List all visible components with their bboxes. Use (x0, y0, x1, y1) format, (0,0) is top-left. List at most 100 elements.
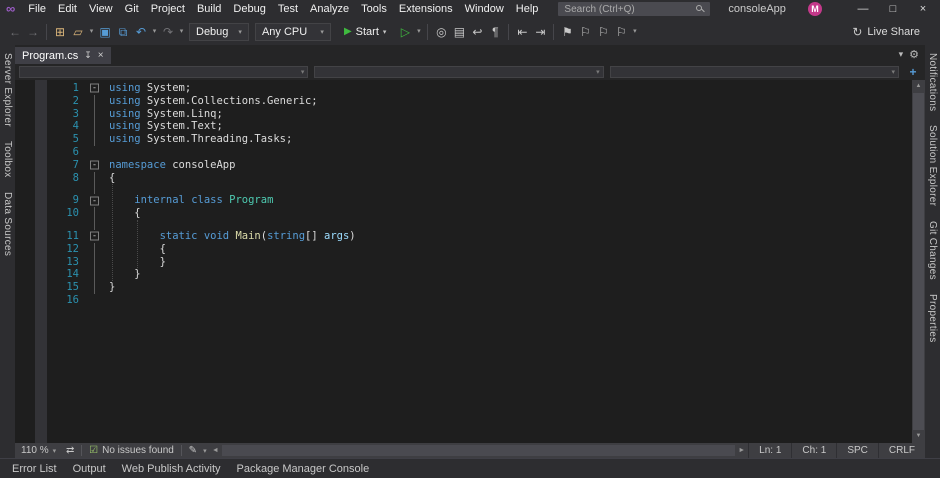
right-tab-solution-explorer[interactable]: Solution Explorer (927, 125, 938, 206)
code-line-16[interactable]: 16 (15, 294, 912, 307)
show-output-icon[interactable]: ▤ (450, 22, 468, 42)
quick-actions-icon[interactable]: ✎ (185, 445, 201, 456)
code-line-15[interactable]: 15} (15, 281, 912, 294)
status-spaces[interactable]: SPC (836, 443, 878, 458)
bookmarks-window-icon[interactable]: ⚐ (612, 22, 630, 42)
next-bookmark-icon[interactable]: ⚐ (594, 22, 612, 42)
new-file-icon[interactable]: ⊞ (51, 22, 69, 42)
undo-icon[interactable]: ↶ (132, 22, 150, 42)
scroll-sync-icon[interactable]: ⇄ (62, 445, 78, 456)
start-debugging-button[interactable]: ▶ Start ▾ (337, 22, 393, 42)
navbar-add-icon[interactable]: + (905, 65, 921, 79)
code-text[interactable]: using System; (109, 82, 191, 95)
scroll-left-icon[interactable]: ◄ (209, 447, 222, 454)
code-line-11[interactable]: 11- static void Main(string[] args) (15, 230, 912, 243)
menu-edit[interactable]: Edit (52, 0, 83, 18)
code-text[interactable]: using System.Linq; (109, 108, 223, 121)
maximize-button[interactable]: □ (878, 0, 908, 18)
platform-dropdown[interactable]: Any CPU ▾ (255, 23, 331, 41)
line-number[interactable]: 12 (47, 243, 79, 256)
tab-options-gear-icon[interactable]: ⚙ (909, 48, 919, 61)
line-number[interactable]: 16 (47, 294, 79, 307)
save-all-icon[interactable]: ⧉ (114, 22, 132, 42)
code-text[interactable]: { (109, 172, 115, 185)
code-line-13[interactable]: 13 } (15, 256, 912, 269)
right-tab-properties[interactable]: Properties (927, 294, 938, 343)
code-text[interactable]: using System.Text; (109, 120, 223, 133)
show-whitespace-icon[interactable]: ¶ (486, 22, 504, 42)
horizontal-scrollbar[interactable] (222, 443, 735, 458)
menu-help[interactable]: Help (510, 0, 545, 18)
redo-icon[interactable]: ↷ (159, 22, 177, 42)
code-line-7[interactable]: 7 - namespace consoleApp (15, 159, 912, 172)
code-line-3[interactable]: 3using System.Linq; (15, 108, 912, 121)
active-files-dropdown-icon[interactable]: ▾ (899, 49, 904, 60)
code-line-5[interactable]: 5 using System.Threading.Tasks; (15, 133, 912, 146)
code-text[interactable]: using System.Threading.Tasks; (109, 133, 292, 146)
right-tab-notifications[interactable]: Notifications (927, 53, 938, 111)
navigate-forward-icon[interactable]: → (24, 22, 42, 42)
toggle-bookmark-icon[interactable]: ⚑ (558, 22, 576, 42)
bottom-tab-package-manager-console[interactable]: Package Manager Console (229, 459, 378, 478)
code-line-14[interactable]: 14 } (15, 268, 912, 281)
line-number[interactable]: 7 (47, 159, 79, 172)
decrease-indent-icon[interactable]: ⇤ (513, 22, 531, 42)
code-line-8[interactable]: 8{ (15, 172, 912, 185)
code-text[interactable]: } (109, 268, 141, 281)
run-without-debugging-icon[interactable]: ▷ (396, 22, 414, 42)
user-avatar[interactable]: M (808, 2, 822, 16)
vertical-scrollbar[interactable]: ▲ ▼ (912, 80, 925, 443)
line-number[interactable]: 10 (47, 207, 79, 220)
fold-collapse-icon[interactable]: - (90, 84, 99, 93)
code-line-6[interactable]: 6 (15, 146, 912, 159)
pin-tab-icon[interactable]: ↧ (84, 50, 92, 61)
scrollbar-down-icon[interactable]: ▼ (912, 430, 925, 443)
line-number[interactable]: 11 (47, 230, 79, 243)
menu-build[interactable]: Build (191, 0, 227, 18)
left-tab-toolbox[interactable]: Toolbox (2, 141, 13, 178)
status-line-ending[interactable]: CRLF (878, 443, 925, 458)
toolbar-options-icon[interactable]: ▾ (630, 22, 639, 42)
fold-collapse-icon[interactable]: - (90, 196, 99, 205)
fold-collapse-icon[interactable]: - (90, 232, 99, 241)
line-number[interactable]: 14 (47, 268, 79, 281)
undo-dropdown-icon[interactable]: ▾ (150, 22, 159, 42)
line-number[interactable]: 9 (47, 194, 79, 207)
menu-debug[interactable]: Debug (227, 0, 271, 18)
previous-bookmark-icon[interactable]: ⚐ (576, 22, 594, 42)
code-line-1[interactable]: 1-using System; (15, 82, 912, 95)
code-text[interactable]: internal class Program (109, 194, 273, 207)
scrollbar-thumb[interactable] (913, 93, 924, 430)
bottom-tab-web-publish-activity[interactable]: Web Publish Activity (114, 459, 229, 478)
nav-dropdown-project[interactable]: ▾ (19, 66, 308, 78)
quick-actions-dropdown-icon[interactable]: ▾ (201, 447, 209, 455)
menu-analyze[interactable]: Analyze (304, 0, 355, 18)
menu-tools[interactable]: Tools (355, 0, 393, 18)
menu-project[interactable]: Project (145, 0, 191, 18)
line-number[interactable]: 15 (47, 281, 79, 294)
tab-program-cs[interactable]: Program.cs ↧ × (15, 47, 111, 64)
line-number[interactable]: 5 (47, 133, 79, 146)
code-text[interactable]: namespace consoleApp (109, 159, 235, 172)
search-input[interactable] (558, 3, 712, 15)
code-text[interactable]: using System.Collections.Generic; (109, 95, 318, 108)
word-wrap-icon[interactable]: ↩ (468, 22, 486, 42)
code-line-9[interactable]: 9 - internal class Program (15, 194, 912, 207)
scroll-right-icon[interactable]: ► (735, 447, 748, 454)
nav-dropdown-member[interactable]: ▾ (610, 66, 899, 78)
code-line-12[interactable]: 12 { (15, 243, 912, 256)
menu-git[interactable]: Git (119, 0, 145, 18)
code-text[interactable]: { (109, 207, 141, 220)
menu-file[interactable]: File (22, 0, 52, 18)
bottom-tab-error-list[interactable]: Error List (4, 459, 65, 478)
line-number[interactable]: 6 (47, 146, 79, 159)
scrollbar-up-icon[interactable]: ▲ (912, 80, 925, 93)
live-share-button[interactable]: ↻ Live Share (852, 25, 934, 39)
minimize-button[interactable]: — (848, 0, 878, 18)
fold-collapse-icon[interactable]: - (90, 161, 99, 170)
open-file-dropdown-icon[interactable]: ▾ (87, 22, 96, 42)
left-tab-server-explorer[interactable]: Server Explorer (2, 53, 13, 127)
run-dropdown-icon[interactable]: ▾ (414, 22, 423, 42)
code-line-2[interactable]: 2using System.Collections.Generic; (15, 95, 912, 108)
code-line-10[interactable]: 10 { (15, 207, 912, 220)
